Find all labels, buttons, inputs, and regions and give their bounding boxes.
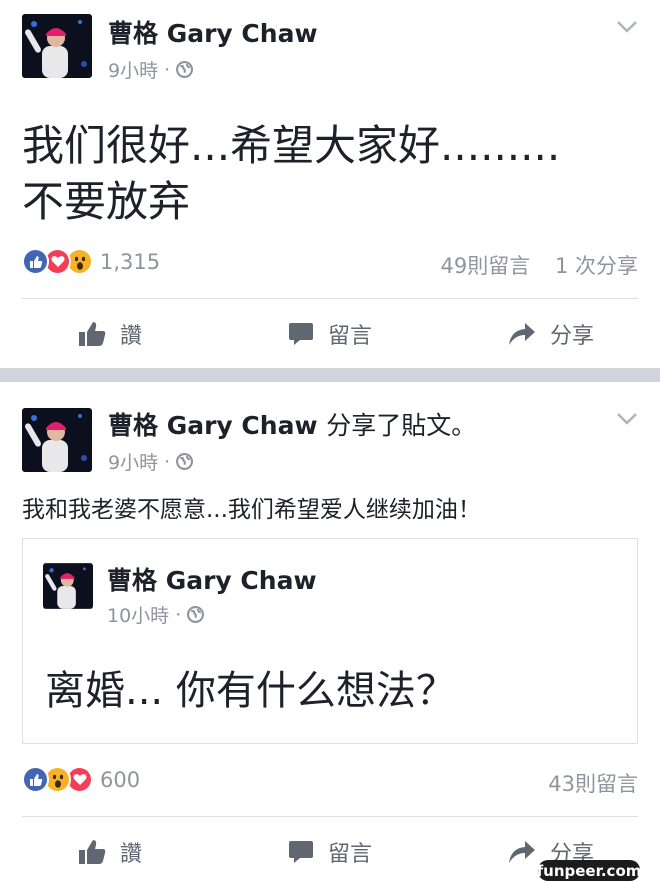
reactions-summary[interactable]: 600	[22, 766, 140, 793]
meta-dot: ·	[164, 450, 171, 473]
post-time[interactable]: 9小時	[108, 56, 158, 83]
chevron-down-icon[interactable]	[616, 412, 638, 426]
share-label: 分享	[550, 324, 595, 349]
shared-author-avatar[interactable]	[43, 563, 93, 609]
reaction-count[interactable]: 1,315	[100, 250, 160, 274]
like-button[interactable]: 讚	[78, 318, 142, 350]
thumbs-up-icon	[79, 322, 106, 346]
feed-separator	[0, 368, 660, 382]
post-actions: 讚 留言 分享	[0, 318, 660, 358]
shared-post-text: 离婚... 你有什么想法？	[45, 668, 456, 714]
author-action: 分享了貼文。	[326, 411, 477, 440]
shared-post-meta: 10小時 ·	[107, 601, 205, 628]
comment-count[interactable]: 43則留言	[548, 772, 638, 796]
post-stats: 43則留言	[548, 768, 638, 798]
post-text-line-1: 我们很好...希望大家好.........	[22, 121, 561, 170]
post-stats: 49則留言 1 次分享	[441, 250, 638, 280]
shared-author-name[interactable]: 曹格 Gary Chaw	[107, 561, 317, 597]
author-name[interactable]: 曹格 Gary Chaw	[108, 14, 318, 50]
share-count[interactable]: 1 次分享	[555, 254, 638, 278]
like-reaction-icon	[22, 248, 49, 275]
post-card-1: 曹格 Gary Chaw 9小時 · 我们很好...希望大家好.........…	[0, 0, 660, 368]
comment-icon	[289, 323, 313, 345]
chevron-down-icon[interactable]	[616, 20, 638, 34]
author-avatar[interactable]	[22, 14, 92, 78]
post-text: 我和我老婆不愿意...我们希望爱人继续加油！	[22, 497, 481, 523]
post-meta: 9小時 ·	[108, 56, 194, 83]
post-time[interactable]: 9小時	[108, 448, 158, 475]
meta-dot: ·	[175, 603, 182, 626]
divider	[22, 816, 638, 817]
divider	[22, 298, 638, 299]
comment-button[interactable]: 留言	[288, 318, 372, 350]
post-card-2: 曹格 Gary Chaw 分享了貼文。 9小時 · 我和我老婆不愿意...我们希…	[0, 382, 660, 881]
globe-icon	[176, 453, 194, 470]
like-button[interactable]: 讚	[78, 836, 142, 868]
comment-label: 留言	[328, 842, 373, 867]
shared-post[interactable]: 曹格 Gary Chaw 10小時 · 离婚... 你有什么想法？	[22, 538, 638, 744]
author-avatar[interactable]	[22, 408, 92, 472]
post-text: 我们很好...希望大家好......... 不要放弃	[22, 118, 560, 230]
like-reaction-icon	[22, 766, 49, 793]
comment-button[interactable]: 留言	[288, 836, 372, 868]
share-arrow-icon	[509, 841, 535, 863]
site-watermark: funpeer.com	[536, 860, 642, 881]
author-name-row: 曹格 Gary Chaw 分享了貼文。	[108, 406, 476, 442]
comment-icon	[289, 841, 313, 863]
thumbs-up-icon	[79, 840, 106, 864]
globe-icon	[176, 61, 194, 78]
shared-post-time[interactable]: 10小時	[107, 601, 169, 628]
reaction-count[interactable]: 600	[100, 768, 140, 792]
post-text-line-2: 不要放弃	[22, 177, 191, 226]
author-name[interactable]: 曹格 Gary Chaw	[108, 411, 318, 440]
like-label: 讚	[120, 324, 143, 349]
post-meta: 9小時 ·	[108, 448, 194, 475]
meta-dot: ·	[164, 58, 171, 81]
globe-icon	[187, 606, 205, 623]
like-label: 讚	[120, 842, 143, 867]
comment-label: 留言	[328, 324, 373, 349]
reactions-summary[interactable]: 1,315	[22, 248, 160, 275]
share-button[interactable]: 分享	[508, 318, 594, 350]
comment-count[interactable]: 49則留言	[441, 254, 531, 278]
share-arrow-icon	[509, 323, 535, 345]
